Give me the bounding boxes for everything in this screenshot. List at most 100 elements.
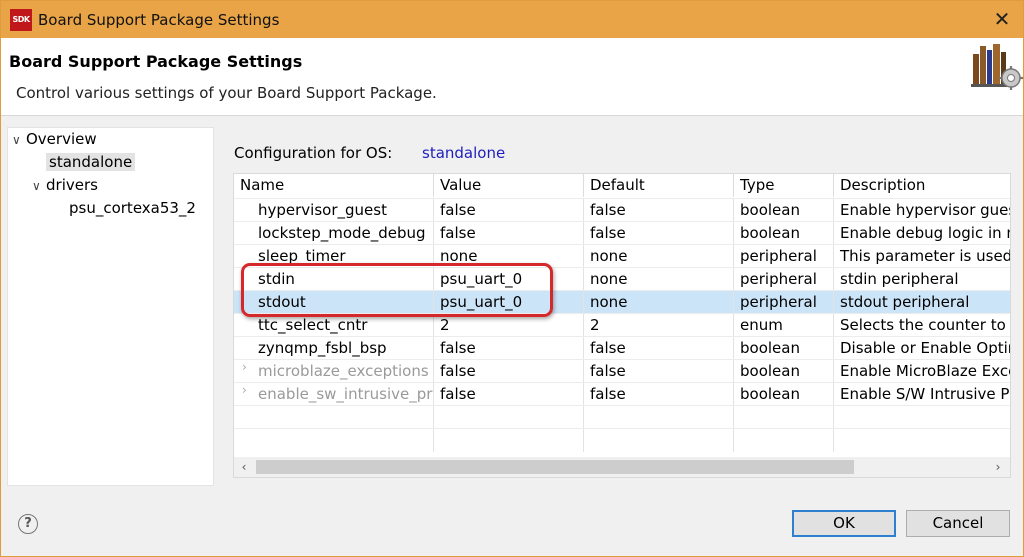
scroll-left-icon[interactable]: ‹ xyxy=(234,457,254,477)
cell-empty xyxy=(234,429,434,452)
cell-type: boolean xyxy=(734,199,834,222)
cell-default: false xyxy=(584,383,734,406)
close-button[interactable]: ✕ xyxy=(987,5,1017,34)
close-icon: ✕ xyxy=(993,7,1011,31)
cell-empty xyxy=(584,429,734,452)
cell-default: none xyxy=(584,245,734,268)
scroll-right-icon[interactable]: › xyxy=(988,457,1008,477)
scrollbar-thumb[interactable] xyxy=(256,460,854,474)
tree-item-label: Overview xyxy=(26,130,97,148)
cell-empty xyxy=(434,406,584,429)
table-row[interactable]: zynqmp_fsbl_bsp false false boolean Disa… xyxy=(234,336,1011,360)
cell-value[interactable]: 2 xyxy=(434,314,584,337)
header-banner: Board Support Package Settings Control v… xyxy=(1,38,1023,116)
page-title: Board Support Package Settings xyxy=(9,52,303,71)
cell-type: enum xyxy=(734,314,834,337)
column-header-description[interactable]: Description xyxy=(834,174,1010,197)
cell-empty xyxy=(434,429,584,452)
cell-description: stdin peripheral xyxy=(840,270,959,288)
cell-name: hypervisor_guest xyxy=(234,199,434,222)
table-row[interactable]: hypervisor_guest false false boolean Ena… xyxy=(234,198,1011,222)
tree-item-label: standalone xyxy=(46,153,136,171)
table-row[interactable]: stdin psu_uart_0 none peripheral stdin p… xyxy=(234,267,1010,291)
tree-item-label: drivers xyxy=(46,176,98,194)
cell-name: lockstep_mode_debug xyxy=(234,222,434,245)
column-header-type[interactable]: Type xyxy=(734,174,834,197)
dialog-window: SDK Board Support Package Settings ✕ Boa… xyxy=(0,0,1024,557)
tree-item-standalone[interactable]: standalone xyxy=(46,151,136,173)
page-description: Control various settings of your Board S… xyxy=(16,84,437,102)
cell-description: This parameter is used t xyxy=(840,247,1011,265)
cell-description: Enable S/W Intrusive Pro xyxy=(840,385,1011,403)
cell-description: Selects the counter to b xyxy=(840,316,1011,334)
cell-default: 2 xyxy=(584,314,734,337)
cell-description: Disable or Enable Optim xyxy=(840,339,1011,357)
cell-type: peripheral xyxy=(734,291,834,314)
table-row-empty xyxy=(234,428,1010,452)
cell-type: peripheral xyxy=(734,268,834,291)
cell-description: stdout peripheral xyxy=(840,293,970,311)
cell-empty xyxy=(734,406,834,429)
table-row-empty xyxy=(234,405,1010,429)
table-header: Name Value Default Type Description xyxy=(234,174,1010,197)
help-icon[interactable]: ? xyxy=(18,514,38,534)
library-books-gear-icon xyxy=(971,44,1023,90)
cell-name: ttc_select_cntr xyxy=(234,314,434,337)
cell-value[interactable]: false xyxy=(434,222,584,245)
cell-name: sleep_timer xyxy=(234,245,434,268)
cell-default: false xyxy=(584,199,734,222)
cell-default: false xyxy=(584,222,734,245)
cell-value[interactable]: psu_uart_0 xyxy=(434,291,584,314)
cell-default: false xyxy=(584,360,734,383)
title-bar[interactable]: SDK Board Support Package Settings ✕ xyxy=(1,1,1023,38)
column-header-name[interactable]: Name xyxy=(234,174,434,197)
cell-type: peripheral xyxy=(734,245,834,268)
cell-value[interactable]: psu_uart_0 xyxy=(434,268,584,291)
table-row-expandable[interactable]: › microblaze_exceptions false false bool… xyxy=(234,359,1011,383)
table-row[interactable]: ttc_select_cntr 2 2 enum Selects the cou… xyxy=(234,313,1011,337)
settings-tree: ∨ Overview standalone ∨ drivers psu_cortex… xyxy=(7,127,214,486)
cell-type: boolean xyxy=(734,337,834,360)
cell-description: Enable MicroBlaze Exce xyxy=(840,362,1011,380)
column-header-default[interactable]: Default xyxy=(584,174,734,197)
table-row-selected[interactable]: stdout psu_uart_0 none peripheral stdout… xyxy=(234,290,1010,314)
window-title: Board Support Package Settings xyxy=(38,10,280,29)
tree-item-drivers[interactable]: ∨ drivers xyxy=(32,174,98,196)
cell-name: microblaze_exceptions xyxy=(234,360,434,383)
cell-value[interactable]: false xyxy=(434,337,584,360)
cell-default: none xyxy=(584,291,734,314)
ok-button[interactable]: OK xyxy=(792,510,896,537)
cell-default: false xyxy=(584,337,734,360)
cell-name: stdout xyxy=(234,291,434,314)
config-os-value: standalone xyxy=(422,144,506,162)
cell-type: boolean xyxy=(734,360,834,383)
chevron-down-icon[interactable]: ∨ xyxy=(32,175,46,197)
tree-item-label: psu_cortexa53_2 xyxy=(69,199,196,217)
cell-description: Enable debug logic in n xyxy=(840,224,1011,242)
table-row-expandable[interactable]: › enable_sw_intrusive_pro false false bo… xyxy=(234,382,1011,406)
cell-description: Enable hypervisor guest xyxy=(840,201,1011,219)
chevron-down-icon[interactable]: ∨ xyxy=(12,129,26,151)
cell-empty xyxy=(734,429,834,452)
cell-type: boolean xyxy=(734,383,834,406)
table-row[interactable]: lockstep_mode_debug false false boolean … xyxy=(234,221,1011,245)
table-row[interactable]: sleep_timer none none peripheral This pa… xyxy=(234,244,1011,268)
tree-item-psu-cortexa53-2[interactable]: psu_cortexa53_2 xyxy=(69,197,196,219)
cell-name: enable_sw_intrusive_pro xyxy=(234,383,434,406)
config-label: Configuration for OS: xyxy=(234,144,393,162)
cell-value[interactable]: false xyxy=(434,199,584,222)
cell-name: stdin xyxy=(234,268,434,291)
column-header-value[interactable]: Value xyxy=(434,174,584,197)
cancel-button[interactable]: Cancel xyxy=(906,510,1010,537)
cell-type: boolean xyxy=(734,222,834,245)
horizontal-scrollbar[interactable]: ‹ › xyxy=(234,457,1010,477)
parameters-table: Name Value Default Type Description hype… xyxy=(233,173,1011,478)
cell-default: none xyxy=(584,268,734,291)
cell-value[interactable]: none xyxy=(434,245,584,268)
cell-empty xyxy=(234,406,434,429)
cell-name: zynqmp_fsbl_bsp xyxy=(234,337,434,360)
cell-value[interactable]: false xyxy=(434,360,584,383)
sdk-app-icon: SDK xyxy=(10,8,32,31)
cell-value[interactable]: false xyxy=(434,383,584,406)
tree-item-overview[interactable]: ∨ Overview xyxy=(12,128,97,150)
